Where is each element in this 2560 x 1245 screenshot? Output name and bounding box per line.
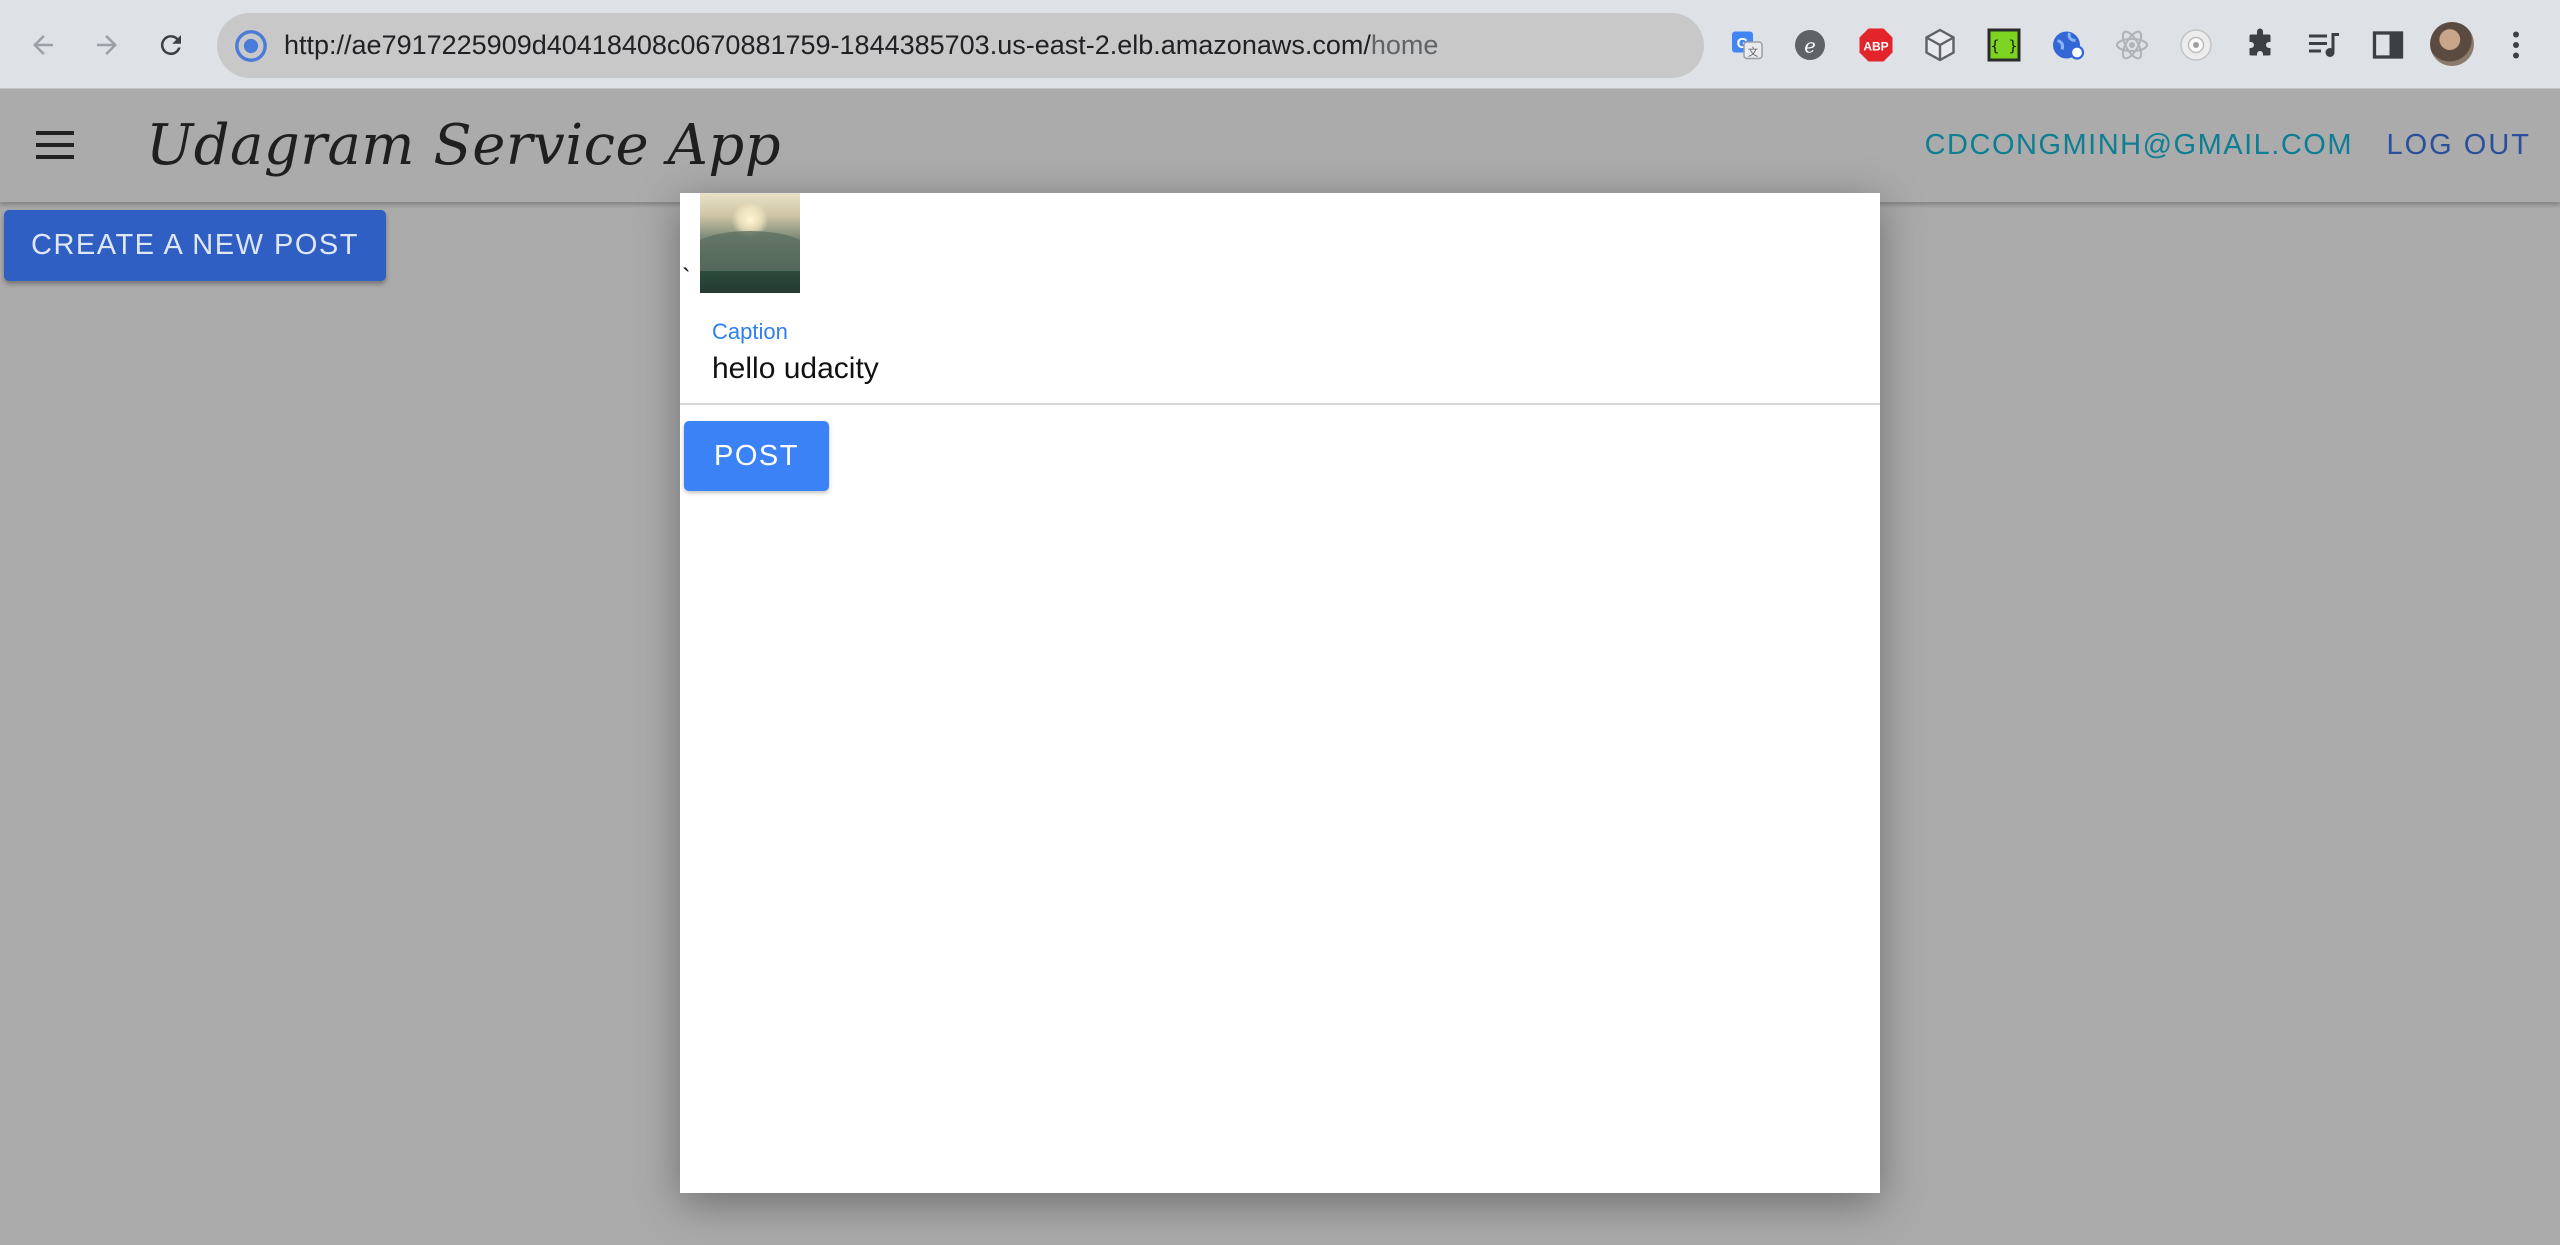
avatar[interactable] bbox=[2430, 22, 2474, 66]
user-email-link[interactable]: CDCONGMINH@GMAIL.COM bbox=[1925, 129, 2353, 162]
adblock-plus-icon[interactable]: ABP bbox=[1856, 25, 1896, 65]
extensions-puzzle-icon[interactable] bbox=[2240, 25, 2280, 65]
json-label: { } bbox=[1990, 37, 2017, 55]
url-host: http://ae7917225909d40418408c0670881759-… bbox=[284, 30, 1371, 60]
browser-toolbar: http://ae7917225909d40418408c0670881759-… bbox=[0, 0, 2560, 89]
reading-list-icon[interactable] bbox=[2304, 25, 2344, 65]
address-bar[interactable]: http://ae7917225909d40418408c0670881759-… bbox=[217, 13, 1704, 78]
camera-icon[interactable] bbox=[2176, 25, 2216, 65]
svg-text:e: e bbox=[1804, 35, 1816, 58]
url-path: home bbox=[1370, 30, 1439, 60]
logout-button[interactable]: LOG OUT bbox=[2386, 129, 2531, 162]
new-post-modal: ` Caption POST bbox=[680, 193, 1880, 1193]
svg-text:文: 文 bbox=[1748, 46, 1759, 59]
side-panel-icon[interactable] bbox=[2368, 25, 2408, 65]
create-post-button[interactable]: CREATE A NEW POST bbox=[4, 210, 386, 281]
caption-input[interactable] bbox=[680, 349, 1880, 405]
url-text: http://ae7917225909d40418408c0670881759-… bbox=[284, 30, 1438, 61]
app-title: Udagram Service App bbox=[146, 113, 782, 178]
react-devtools-icon[interactable] bbox=[2112, 25, 2152, 65]
globe-icon[interactable] bbox=[2048, 25, 2088, 65]
google-translate-icon[interactable]: G文 bbox=[1727, 25, 1767, 65]
extension-e-icon[interactable]: e bbox=[1790, 25, 1830, 65]
app-header: Udagram Service App CDCONGMINH@GMAIL.COM… bbox=[0, 89, 2560, 202]
forward-icon[interactable] bbox=[84, 22, 130, 68]
site-info-icon[interactable] bbox=[234, 29, 268, 63]
hill-shape bbox=[700, 231, 800, 271]
stray-text: ` bbox=[682, 263, 691, 293]
reload-icon[interactable] bbox=[148, 22, 194, 68]
cube-icon[interactable] bbox=[1920, 25, 1960, 65]
menu-icon[interactable] bbox=[34, 127, 76, 163]
post-button[interactable]: POST bbox=[684, 421, 829, 491]
image-preview bbox=[700, 193, 800, 293]
back-icon[interactable] bbox=[20, 22, 66, 68]
adblock-label: ABP bbox=[1863, 39, 1888, 53]
caption-label: Caption bbox=[712, 319, 788, 344]
more-menu-icon[interactable] bbox=[2496, 25, 2536, 65]
json-formatter-icon[interactable]: { } bbox=[1984, 25, 2024, 65]
